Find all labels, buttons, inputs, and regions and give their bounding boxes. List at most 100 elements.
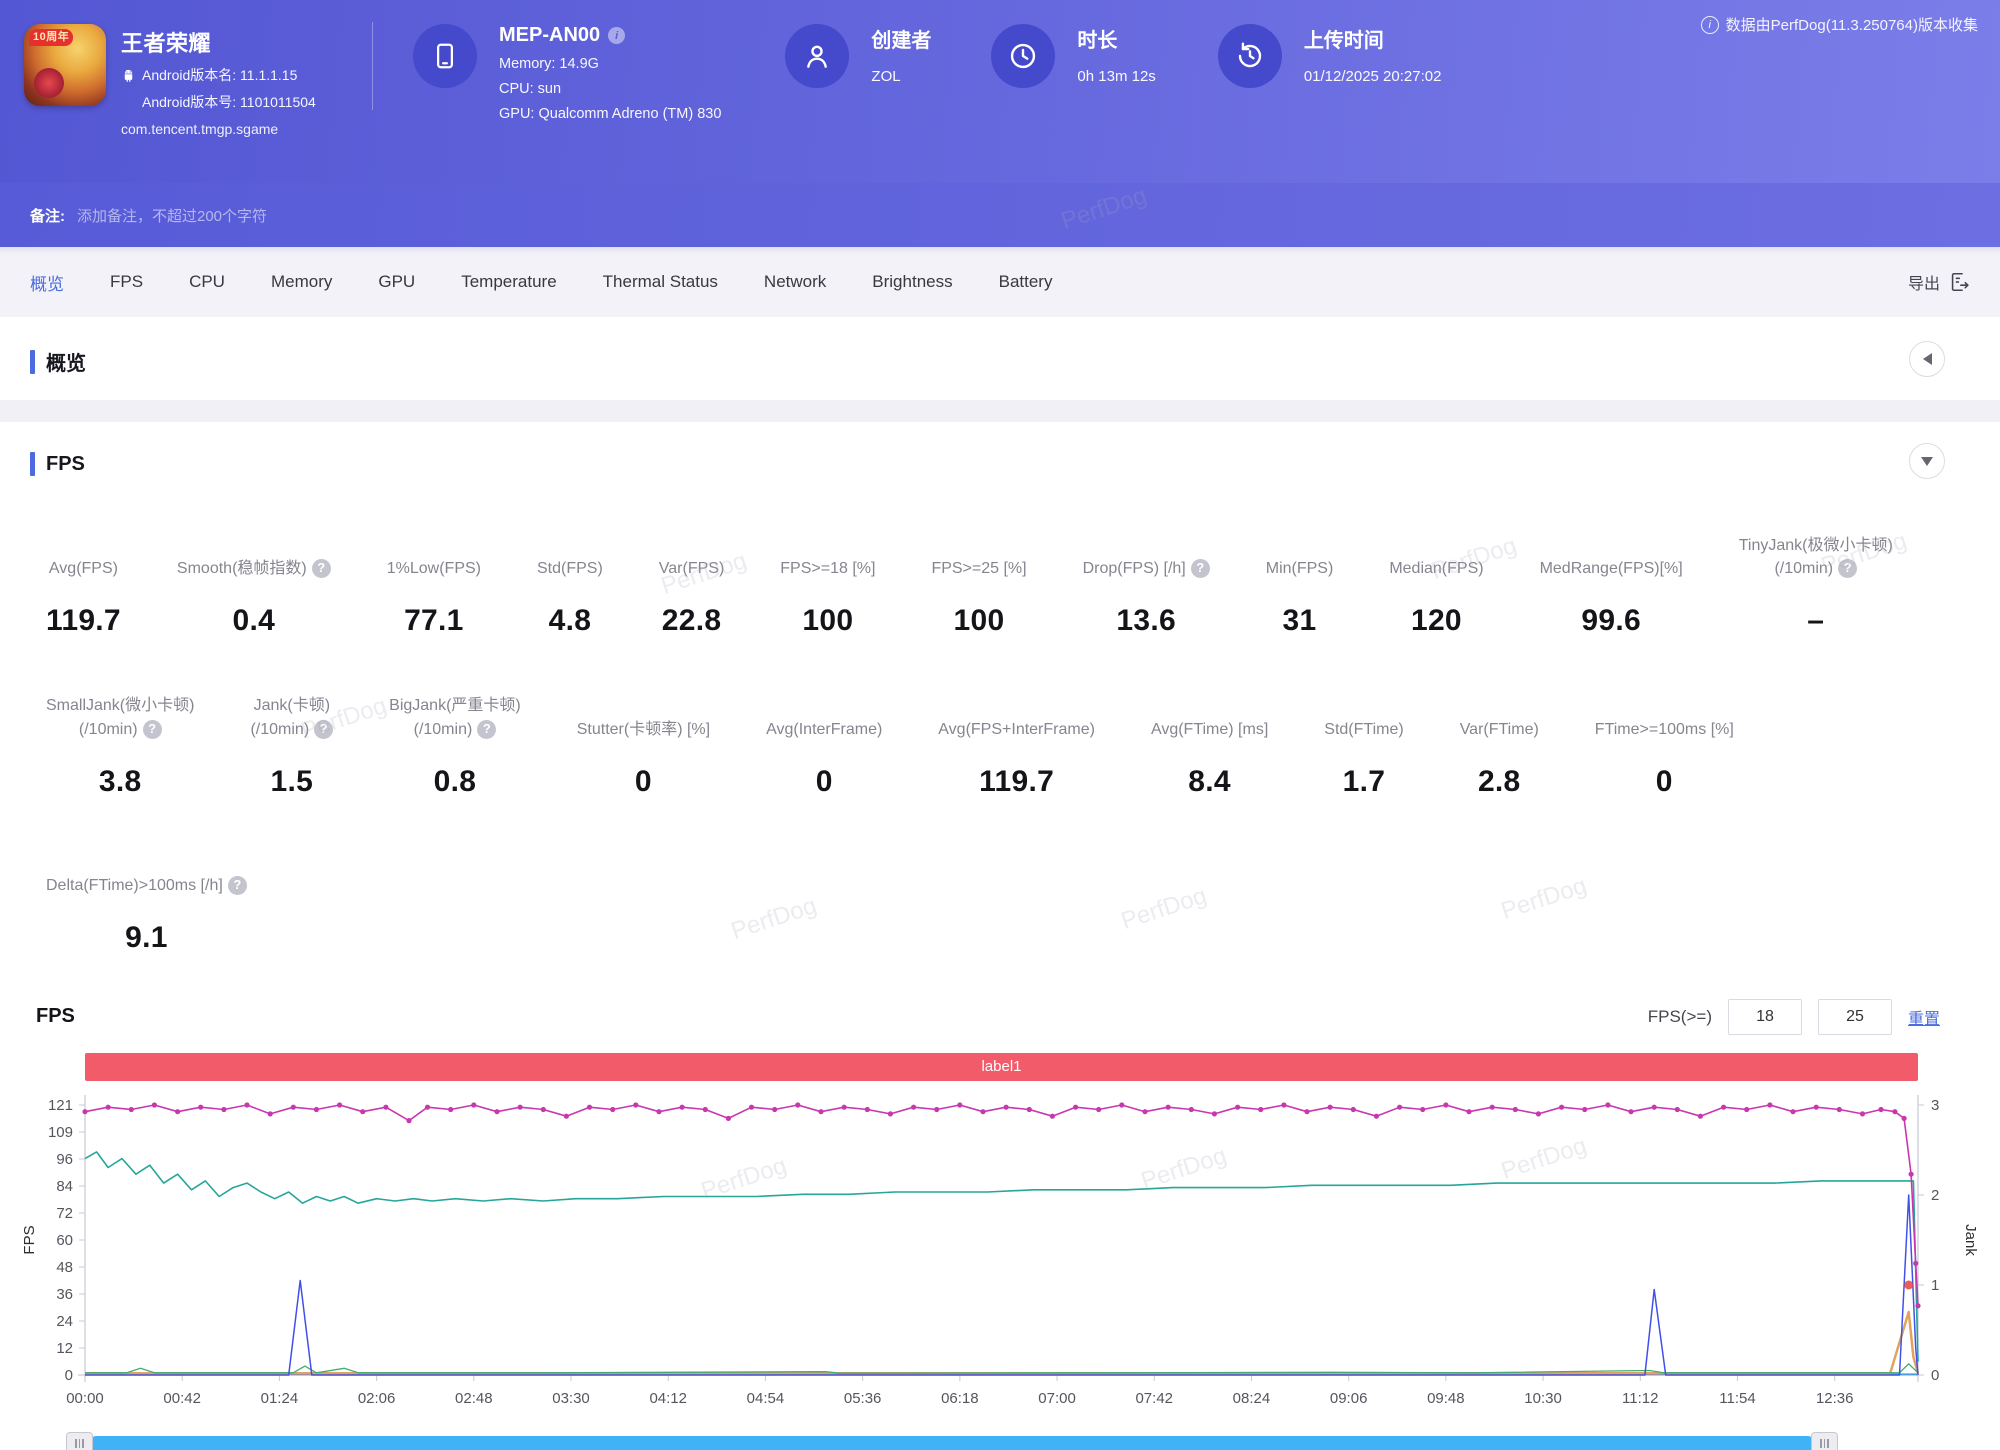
tab-memory[interactable]: Memory bbox=[271, 272, 332, 292]
stat-label: 1%Low(FPS) bbox=[387, 536, 481, 580]
stat-value: 0 bbox=[816, 765, 833, 799]
tab-fps[interactable]: FPS bbox=[110, 272, 143, 292]
stat-label: FPS>=25 [%] bbox=[931, 536, 1026, 580]
tab-概览[interactable]: 概览 bbox=[30, 270, 64, 295]
help-icon[interactable]: ? bbox=[1191, 559, 1210, 578]
creator-block: 创建者 ZOL bbox=[721, 0, 931, 183]
stat-label: SmallJank(微小卡顿)(/10min)? bbox=[46, 694, 194, 740]
info-icon: i bbox=[1701, 16, 1719, 34]
stat-label: Stutter(卡顿率) [%] bbox=[577, 697, 710, 741]
stat-label: TinyJank(极微小卡顿)(/10min)? bbox=[1739, 534, 1893, 580]
overview-section-title: 概览 bbox=[46, 347, 86, 376]
stat-item: Drop(FPS) [/h]? 13.6 bbox=[1055, 536, 1238, 638]
export-button[interactable]: 导出 bbox=[1908, 270, 1970, 294]
svg-text:2: 2 bbox=[1931, 1187, 1939, 1204]
svg-text:07:00: 07:00 bbox=[1038, 1390, 1076, 1407]
device-cpu: CPU: sun bbox=[499, 81, 721, 97]
help-icon[interactable]: ? bbox=[143, 720, 162, 739]
help-icon[interactable]: ? bbox=[312, 559, 331, 578]
stat-item: MedRange(FPS)[%]99.6 bbox=[1512, 536, 1711, 638]
help-icon[interactable]: ? bbox=[314, 720, 333, 739]
note-input-placeholder[interactable]: 添加备注，不超过200个字符 bbox=[77, 205, 267, 226]
fps-stats-row-2: SmallJank(微小卡顿)(/10min)?3.8Jank(卡顿)(/10m… bbox=[18, 694, 2000, 798]
svg-text:10:30: 10:30 bbox=[1524, 1390, 1562, 1407]
report-header: i 数据由PerfDog(11.3.250764)版本收集 10周年 王者荣耀 … bbox=[0, 0, 2000, 183]
section-accent-bar bbox=[30, 452, 35, 476]
stat-value: 100 bbox=[802, 604, 853, 638]
svg-text:48: 48 bbox=[56, 1259, 73, 1276]
help-icon[interactable]: ? bbox=[228, 876, 247, 895]
fps-collapse-button[interactable] bbox=[1909, 443, 1945, 479]
stat-value: 9.1 bbox=[125, 921, 168, 955]
fps-threshold-input-1[interactable]: 18 bbox=[1728, 999, 1802, 1035]
tab-thermal-status[interactable]: Thermal Status bbox=[603, 272, 718, 292]
tab-temperature[interactable]: Temperature bbox=[461, 272, 556, 292]
help-icon[interactable]: ? bbox=[1838, 559, 1857, 578]
svg-text:3: 3 bbox=[1931, 1097, 1939, 1114]
stat-item: Delta(FTime)>100ms [/h]?9.1 bbox=[18, 853, 275, 955]
stat-value: 99.6 bbox=[1581, 604, 1641, 638]
svg-text:08:24: 08:24 bbox=[1233, 1390, 1271, 1407]
stat-label: Drop(FPS) [/h]? bbox=[1083, 536, 1210, 580]
collect-note-text: 数据由PerfDog(11.3.250764)版本收集 bbox=[1726, 14, 1978, 35]
stat-value: 0.4 bbox=[233, 604, 276, 638]
stat-label: Smooth(稳帧指数)? bbox=[177, 536, 331, 580]
tab-network[interactable]: Network bbox=[764, 272, 826, 292]
stat-label: BigJank(严重卡顿)(/10min)? bbox=[389, 694, 521, 740]
svg-text:00:00: 00:00 bbox=[66, 1390, 104, 1407]
scrollbar-right-handle[interactable] bbox=[1811, 1432, 1838, 1450]
svg-text:FPS: FPS bbox=[21, 1225, 38, 1254]
fps-line-chart[interactable]: 01224364860728496109121012300:0000:4201:… bbox=[20, 1085, 1980, 1430]
reset-link[interactable]: 重置 bbox=[1908, 1005, 1940, 1029]
chart-range-scrollbar bbox=[66, 1432, 1838, 1450]
help-icon[interactable]: ? bbox=[477, 720, 496, 739]
tab-brightness[interactable]: Brightness bbox=[872, 272, 952, 292]
scrollbar-track[interactable] bbox=[89, 1436, 1815, 1450]
duration-block: 时长 0h 13m 12s bbox=[931, 0, 1155, 183]
android-icon bbox=[121, 68, 136, 83]
duration-label: 时长 bbox=[1077, 24, 1155, 53]
chart-label-banner[interactable]: label1 bbox=[85, 1053, 1918, 1081]
fps-section-header: FPS bbox=[0, 422, 2000, 500]
stat-value: 4.8 bbox=[549, 604, 592, 638]
chevron-left-icon bbox=[1923, 353, 1932, 365]
export-label: 导出 bbox=[1908, 270, 1940, 294]
svg-text:96: 96 bbox=[56, 1151, 73, 1168]
overview-collapse-button[interactable] bbox=[1909, 341, 1945, 377]
stat-value: 119.7 bbox=[979, 765, 1054, 799]
chevron-down-icon bbox=[1921, 457, 1933, 466]
tab-battery[interactable]: Battery bbox=[999, 272, 1053, 292]
stat-value: 0 bbox=[1656, 765, 1673, 799]
svg-text:121: 121 bbox=[48, 1097, 73, 1114]
stat-label: Var(FPS) bbox=[659, 536, 724, 580]
svg-text:11:54: 11:54 bbox=[1719, 1390, 1755, 1407]
overview-section-header: 概览 bbox=[0, 317, 2000, 400]
tab-gpu[interactable]: GPU bbox=[378, 272, 415, 292]
stat-item: Smooth(稳帧指数)? 0.4 bbox=[149, 536, 359, 638]
metric-tab-bar: 概览 FPS CPU Memory GPU Temperature Thermal Stat… bbox=[0, 247, 2000, 317]
stat-label: Median(FPS) bbox=[1389, 536, 1483, 580]
fps-threshold-input-2[interactable]: 25 bbox=[1818, 999, 1892, 1035]
scrollbar-left-handle[interactable] bbox=[66, 1432, 93, 1450]
tab-cpu[interactable]: CPU bbox=[189, 272, 225, 292]
svg-text:109: 109 bbox=[48, 1124, 73, 1141]
stat-item: FPS>=18 [%]100 bbox=[752, 536, 903, 638]
svg-text:Jank: Jank bbox=[1962, 1224, 1979, 1256]
svg-text:04:54: 04:54 bbox=[747, 1390, 785, 1407]
note-bar[interactable]: 备注: 添加备注，不超过200个字符 bbox=[0, 183, 2000, 247]
stat-value: 2.8 bbox=[1478, 765, 1521, 799]
stat-value: 1.5 bbox=[271, 765, 314, 799]
section-accent-bar bbox=[30, 350, 35, 374]
stat-item: Var(FPS)22.8 bbox=[631, 536, 752, 638]
upload-block: 上传时间 01/12/2025 20:27:02 bbox=[1156, 0, 1442, 183]
stat-item: Std(FTime)1.7 bbox=[1296, 697, 1431, 799]
stat-value: 13.6 bbox=[1116, 604, 1176, 638]
svg-text:09:48: 09:48 bbox=[1427, 1390, 1465, 1407]
svg-text:02:48: 02:48 bbox=[455, 1390, 493, 1407]
stat-value: 77.1 bbox=[404, 604, 464, 638]
stat-label: Avg(InterFrame) bbox=[766, 697, 882, 741]
stat-item: BigJank(严重卡顿)(/10min)?0.8 bbox=[361, 694, 549, 798]
device-info-icon[interactable]: i bbox=[608, 27, 625, 44]
svg-text:11:12: 11:12 bbox=[1622, 1390, 1658, 1407]
stat-item: Avg(FPS+InterFrame)119.7 bbox=[910, 697, 1123, 799]
